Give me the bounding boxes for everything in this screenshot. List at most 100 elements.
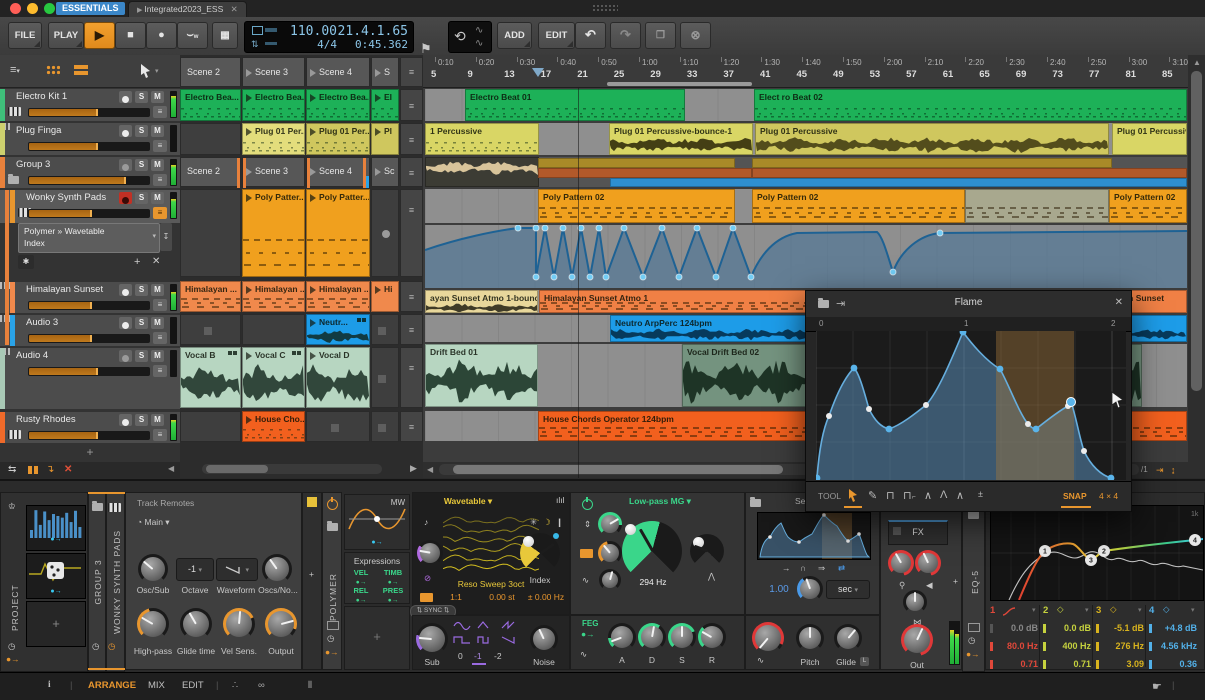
record-arm-button[interactable] [119,192,132,204]
track-row[interactable]: Audio 4 S M ≡ [0,348,180,409]
record-arm-button[interactable] [119,317,132,329]
zoom-vertical-icon[interactable]: ↨ [1171,465,1176,475]
automation-curve[interactable] [425,225,1187,288]
track-stop-cell[interactable]: ≡ [400,189,423,277]
knob-sub[interactable] [416,623,448,655]
launcher-hscrollbar[interactable] [202,464,382,474]
arranger-scroll-left-icon[interactable]: ◀ [427,465,433,474]
track-menu-button[interactable]: ≡ [153,106,167,118]
filter-type-select[interactable]: Low-pass MG ▾ [629,496,691,507]
launcher-clip[interactable]: Poly Patter... [242,189,305,277]
eq-band-dropdown-icon[interactable]: ▾ [1191,606,1195,614]
automation-star-button[interactable]: ✱ [18,255,34,269]
duplicate-button[interactable]: ❐ [645,22,676,49]
knob-osc-sub[interactable] [138,554,168,584]
track-stop-cell[interactable]: ≡ [400,157,423,187]
launcher-empty-slot[interactable] [180,123,241,155]
edit-menu-button[interactable]: EDIT [538,22,575,49]
solo-button[interactable]: S [135,192,148,204]
track-stop-cell[interactable]: ≡ [400,89,423,121]
clip-play-icon[interactable] [246,94,252,102]
launcher-empty-slot[interactable] [371,347,399,408]
fx-chain-box[interactable]: FX [888,520,948,545]
launcher-clip[interactable]: El [371,89,399,121]
launcher-empty-slot[interactable] [180,411,241,442]
flame-close-icon[interactable]: ✕ [1115,297,1123,308]
arranger-clip[interactable]: Drift Bed 01 [425,344,538,407]
eq-band-dropdown-icon[interactable]: ▾ [1032,606,1036,614]
clip-play-icon[interactable] [246,286,252,294]
knob-seq-time[interactable] [797,576,823,602]
volume-fader[interactable] [28,301,150,310]
flame-triangle-tool-icon[interactable]: ∧ [956,489,964,502]
punch-in-marker-icon[interactable]: ⚑ [420,42,432,55]
flame-titlebar[interactable]: ⇥ Flame ✕ [806,291,1131,318]
launcher-empty-slot[interactable] [371,411,399,442]
chain-add-button[interactable]: + [309,569,314,579]
track-row[interactable]: Himalayan Sunset S M ≡ [0,282,180,313]
knob-cutoff[interactable] [622,521,682,581]
volume-fader[interactable] [28,431,150,440]
record-arm-button[interactable] [119,350,132,362]
eq-band-type-icon[interactable]: ◇ [1057,604,1064,615]
sub-oct-minus1[interactable]: -1 [474,651,482,661]
knob-wt-mod[interactable] [417,540,443,566]
record-arm-button[interactable] [119,91,132,103]
eq-freq-value[interactable]: 400 Hz [1062,641,1091,651]
wt-mode-icon-3[interactable]: ❙ [556,517,563,528]
eq5-mod-icon[interactable]: ●→ [966,649,980,659]
record-arm-button[interactable] [119,125,132,137]
launcher-clip[interactable]: Plug 01 Per... [242,123,305,155]
filter-power-icon[interactable] [582,497,593,510]
arranger-clip[interactable]: Poly Pattern 02 [752,189,965,223]
add-menu-button[interactable]: ADD [497,22,532,49]
mute-button[interactable]: M [151,350,164,362]
knob-fx-mix[interactable] [903,590,927,614]
scene-header[interactable]: Scene 4 [306,57,370,87]
automation-pin-button[interactable]: ↧ [160,223,172,251]
launcher-clip[interactable]: Hi [371,281,399,312]
device-select-square[interactable] [307,497,317,507]
track-stop-cell[interactable]: ≡ [400,281,423,312]
eq-q-value[interactable]: 0.71 [1020,659,1038,669]
scene-play-icon[interactable] [310,168,316,176]
launcher-empty-slot[interactable] [371,189,399,277]
scene-play-icon[interactable] [246,168,252,176]
scene-play-icon[interactable] [375,69,381,77]
polymer-preset-folder-icon[interactable] [327,521,338,531]
project-thumb-dice[interactable]: ●→ [26,553,86,599]
mute-button[interactable]: M [151,414,164,426]
clip-play-icon[interactable] [246,352,252,360]
eq-q-value[interactable]: 0.36 [1179,659,1197,669]
automation-add-button[interactable]: + [134,255,146,269]
scene-play-icon[interactable] [246,69,252,77]
scene-play-icon[interactable] [375,168,381,176]
group-scene-cell[interactable]: Sc [371,157,399,187]
lane-view-icon[interactable] [74,65,88,76]
filter-mod-icon-1[interactable]: ⇕ [584,519,591,530]
fx-add-button[interactable]: + [953,576,958,586]
project-thumb-spectrum[interactable]: ●→ [26,505,86,551]
knob-output[interactable] [265,608,297,640]
group-scene-cell[interactable]: Scene 3 [242,157,305,188]
time-signature-value[interactable]: 4/4 [317,38,337,51]
document-tab[interactable]: ▶ Integrated2023_ESS ✕ [128,1,247,18]
track-row[interactable]: Rusty Rhodes S M ≡ [0,412,180,443]
launcher-clip[interactable]: Electro Bea... [242,89,305,121]
flame-snap-label[interactable]: SNAP [1063,491,1087,501]
knob-feg-d[interactable] [638,623,666,651]
launcher-clip[interactable]: Vocal C [242,347,305,408]
arranger-clip[interactable]: Elect ro Beat 02 [754,89,1187,121]
seq-mode-once-icon[interactable]: → [782,563,791,573]
arranger-clip[interactable]: 1 Percussive [425,123,539,155]
eq5-clock-icon[interactable]: ◷ [968,635,975,646]
clip-play-icon[interactable] [310,94,316,102]
sub-shape-icons[interactable] [452,619,526,647]
record-arm-button[interactable] [119,159,132,171]
eq-freq-value[interactable]: 80.0 Hz [1007,641,1038,651]
clip-play-icon[interactable] [375,128,381,136]
launcher-clip[interactable]: Vocal B [180,347,241,408]
knob-high-pass[interactable] [137,608,169,640]
polymer-mod-icon[interactable]: ●→ [325,647,339,657]
track-stop-cell[interactable]: ≡ [400,347,423,408]
